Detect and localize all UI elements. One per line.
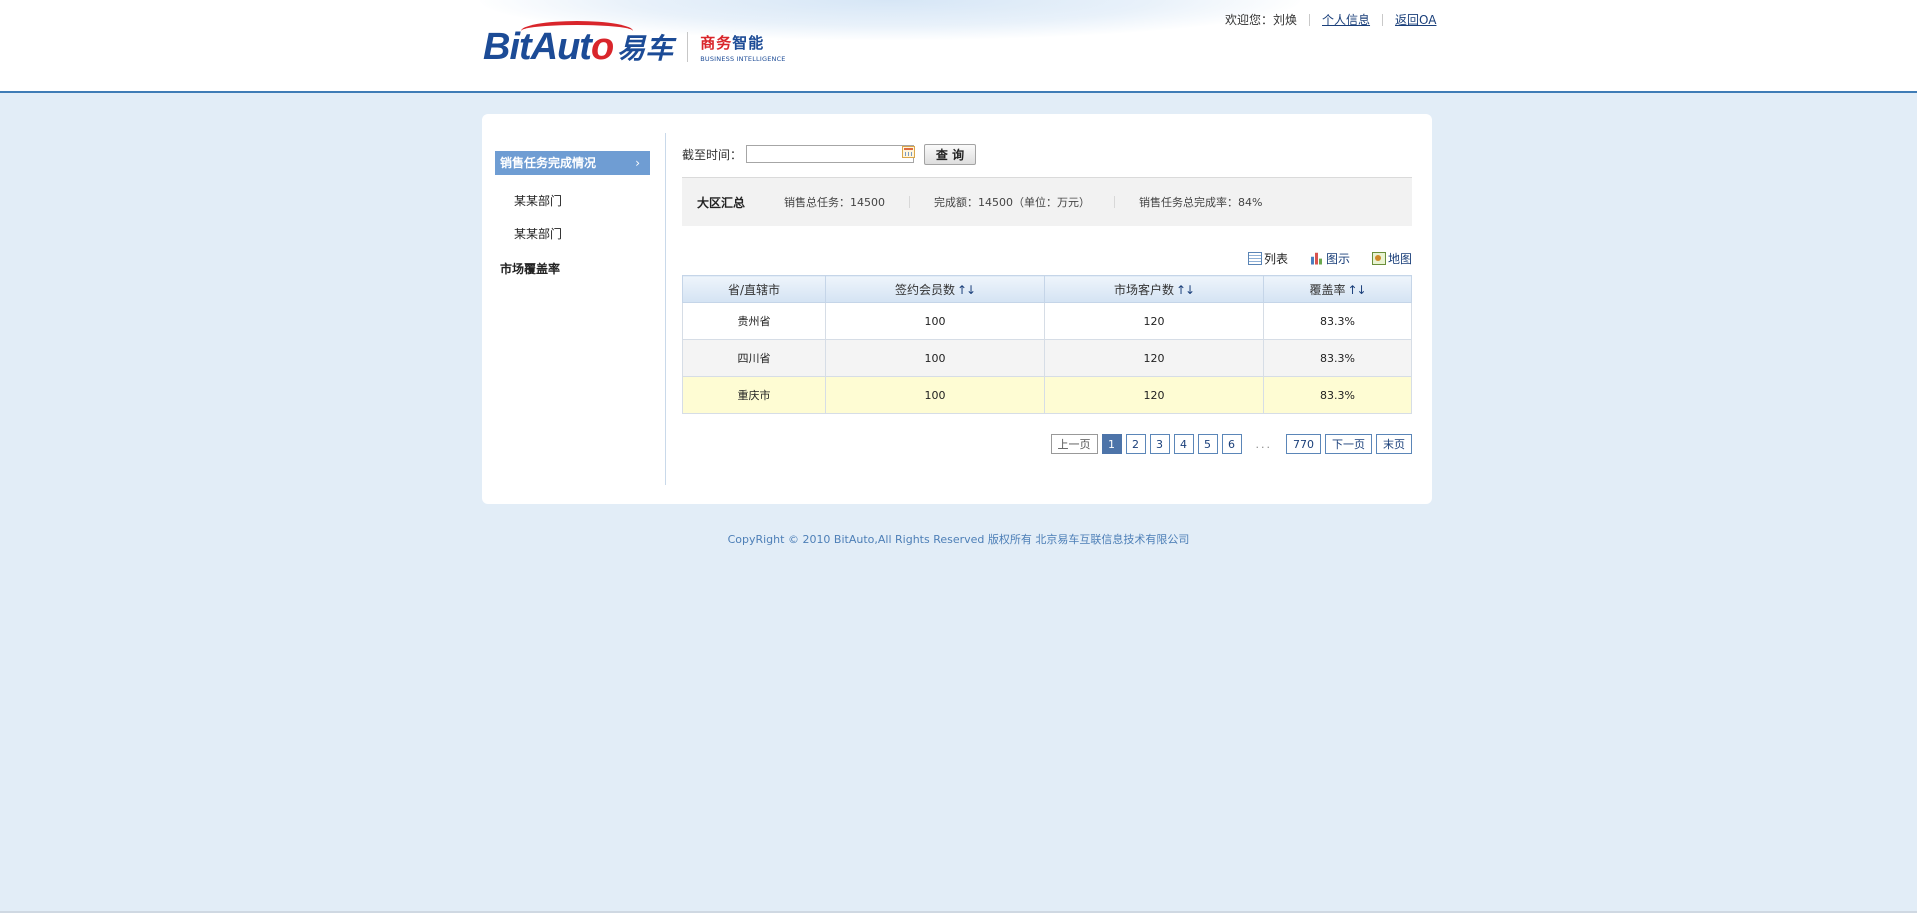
cell-members: 100 (825, 376, 1045, 414)
column-header-province: 省/直辖市 (682, 275, 826, 303)
divider (909, 196, 911, 208)
cell-customers: 120 (1044, 376, 1264, 414)
header: BitAuto 易车 商务智能 BUSINESS INTELLIGENCE 欢迎… (0, 0, 1917, 93)
calendar-icon[interactable] (902, 146, 915, 158)
sidebar-divider (665, 133, 666, 485)
page-button-1[interactable]: 1 (1101, 434, 1122, 454)
bi-logo-red: 商务 (700, 33, 733, 52)
page-button-2[interactable]: 2 (1125, 434, 1146, 454)
sidebar-item-label: 销售任务完成情况 (500, 156, 597, 170)
list-icon (1247, 251, 1262, 265)
bi-logo: 商务智能 BUSINESS INTELLIGENCE (700, 32, 785, 63)
pagination-ellipsis: ... (1255, 437, 1272, 451)
cell-province: 贵州省 (682, 302, 826, 340)
user-bar: 欢迎您：刘焕 个人信息 返回OA (1225, 11, 1436, 28)
cell-coverage: 83.3% (1263, 302, 1412, 340)
divider (1114, 196, 1116, 208)
column-header-customers: 市场客户数 ↑↓ (1044, 275, 1264, 303)
page-button-3[interactable]: 3 (1149, 434, 1170, 454)
sidebar-subitem-department-1[interactable]: 某某部门 (495, 185, 650, 218)
bi-logo-blue: 智能 (732, 33, 765, 52)
table-row: 四川省 100 120 83.3% (682, 339, 1412, 377)
prev-page-button[interactable]: 上一页 (1050, 434, 1098, 454)
date-input[interactable] (746, 145, 915, 163)
summary-rate: 销售任务总完成率：84% (1139, 196, 1263, 209)
column-header-label: 签约会员数 (894, 282, 955, 297)
page-button-last-number[interactable]: 770 (1286, 434, 1321, 454)
cell-members: 100 (825, 302, 1045, 340)
data-table: 省/直辖市 签约会员数 ↑↓ 市场客户数 ↑↓ 覆盖率 ↑↓ 贵州省 100 120 … (682, 275, 1412, 414)
table-row: 重庆市 100 120 83.3% (682, 376, 1412, 414)
sidebar-item-sales-task[interactable]: 销售任务完成情况 › (495, 151, 650, 175)
summary-completed: 完成额：14500（单位：万元） (934, 196, 1091, 209)
footer-copyright: CopyRight © 2010 BitAuto,All Rights Rese… (727, 533, 1190, 546)
view-list-label: 列表 (1263, 251, 1288, 266)
page-button-5[interactable]: 5 (1197, 434, 1218, 454)
cell-coverage: 83.3% (1263, 339, 1412, 377)
sidebar-item-market-coverage[interactable]: 市场覆盖率 (495, 254, 650, 284)
view-map-link[interactable]: 地图 (1371, 248, 1412, 268)
column-header-coverage: 覆盖率 ↑↓ (1263, 275, 1412, 303)
column-header-members: 签约会员数 ↑↓ (825, 275, 1045, 303)
column-header-label: 覆盖率 (1309, 282, 1346, 297)
sort-arrows-icon[interactable]: ↑↓ (1176, 283, 1195, 297)
column-header-label: 省/直辖市 (727, 282, 781, 297)
table-row: 贵州省 100 120 83.3% (682, 302, 1412, 340)
divider (1309, 13, 1311, 26)
return-oa-link[interactable]: 返回OA (1395, 11, 1436, 28)
date-label: 截至时间： (682, 147, 743, 162)
welcome-text: 欢迎您：刘焕 (1225, 13, 1298, 27)
region-summary: 大区汇总 销售总任务：14500 完成额：14500（单位：万元） 销售任务总完… (682, 177, 1412, 226)
view-chart-label: 图示 (1325, 251, 1350, 266)
logo-divider (687, 32, 689, 62)
pagination: 上一页 1 2 3 4 5 6 ... 770 下一页 末页 (682, 434, 1412, 454)
cell-members: 100 (825, 339, 1045, 377)
query-bar: 截至时间： 查 询 (682, 143, 1412, 165)
column-header-label: 市场客户数 (1113, 282, 1174, 297)
sidebar-subitem-department-2[interactable]: 某某部门 (495, 218, 650, 251)
table-header-row: 省/直辖市 签约会员数 ↑↓ 市场客户数 ↑↓ 覆盖率 ↑↓ (682, 275, 1412, 303)
sort-arrows-icon[interactable]: ↑↓ (957, 283, 976, 297)
cell-province: 重庆市 (682, 376, 826, 414)
bar-chart-icon (1309, 252, 1324, 265)
bi-logo-en: BUSINESS INTELLIGENCE (700, 54, 786, 63)
logo-arc (521, 20, 633, 41)
page-button-6[interactable]: 6 (1221, 434, 1242, 454)
main-panel: 销售任务完成情况 › 某某部门 某某部门 市场覆盖率 截至时间： 查 询 大区汇… (482, 114, 1432, 504)
cell-province: 四川省 (682, 339, 826, 377)
bitauto-logo[interactable]: BitAuto 易车 商务智能 BUSINESS INTELLIGENCE (483, 20, 786, 69)
divider (1382, 13, 1384, 26)
next-page-button[interactable]: 下一页 (1325, 434, 1372, 454)
view-map-label: 地图 (1387, 251, 1412, 266)
page-button-4[interactable]: 4 (1173, 434, 1194, 454)
sidebar: 销售任务完成情况 › 某某部门 某某部门 市场覆盖率 (495, 151, 650, 284)
map-icon (1371, 251, 1386, 265)
chevron-right-icon: › (635, 156, 640, 170)
view-switcher: 列表 图示 地图 (682, 248, 1412, 268)
sort-arrows-icon[interactable]: ↑↓ (1347, 283, 1366, 297)
cell-coverage: 83.3% (1263, 376, 1412, 414)
query-button[interactable]: 查 询 (924, 143, 977, 165)
summary-total-task: 销售总任务：14500 (784, 196, 886, 209)
last-page-button[interactable]: 末页 (1376, 434, 1412, 454)
view-chart-link[interactable]: 图示 (1309, 248, 1350, 268)
content-area: 截至时间： 查 询 大区汇总 销售总任务：14500 完成额：14500（单位：… (682, 143, 1412, 454)
summary-title: 大区汇总 (697, 195, 746, 210)
profile-link[interactable]: 个人信息 (1322, 11, 1370, 28)
cell-customers: 120 (1044, 302, 1264, 340)
logo-wordmark: BitAuto (483, 20, 633, 69)
cell-customers: 120 (1044, 339, 1264, 377)
view-list-link[interactable]: 列表 (1247, 248, 1288, 268)
